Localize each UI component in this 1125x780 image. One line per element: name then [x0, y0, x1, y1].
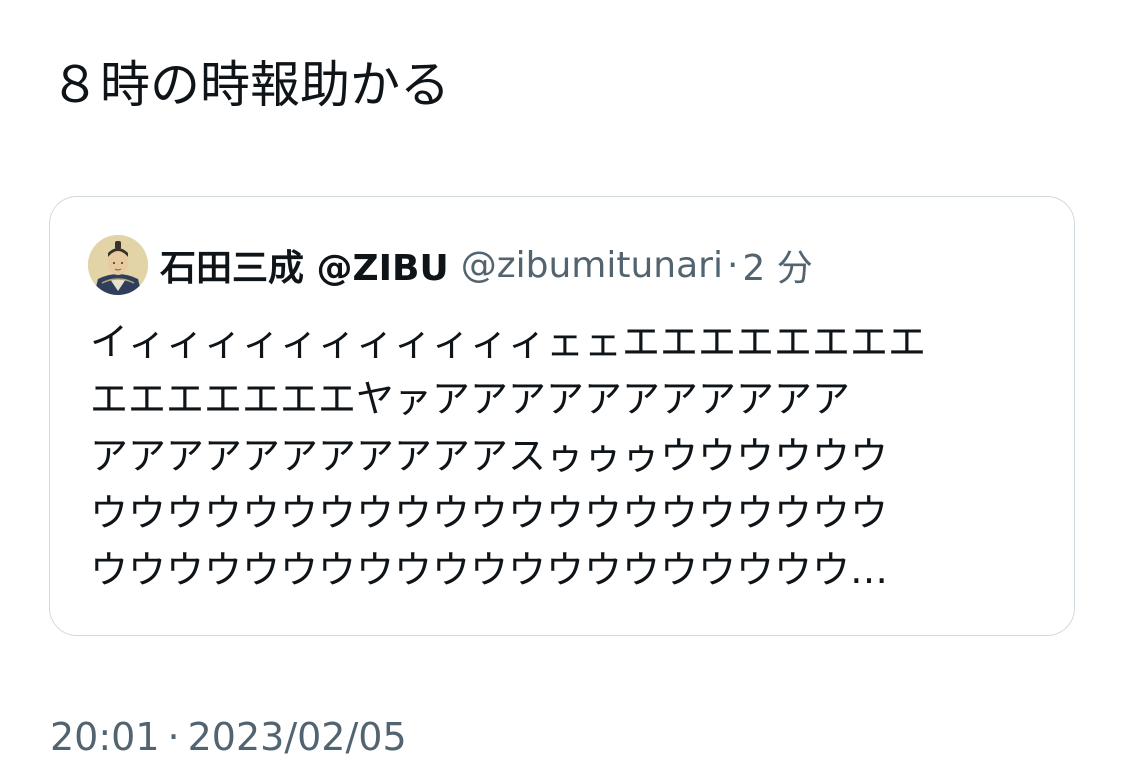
quoted-body-line: アアアアアアアアアアアスゥゥゥウウウウウウ	[90, 434, 889, 478]
quoted-separator: ·	[726, 244, 739, 286]
quoted-tweet-header: 石田三成 @ZIBU @zibumitunari · 2 分	[88, 235, 813, 295]
timestamp-separator: ·	[167, 715, 180, 759]
tweet-text: ８時の時報助かる	[50, 56, 450, 114]
quoted-body-line: ウウウウウウウウウウウウウウウウウウウウ…	[90, 548, 889, 592]
quoted-body-line: エエエエエエエヤァアアアアアアアアアアア	[90, 377, 851, 421]
quoted-body-line: イィィィィィィィィィィィェェエエエエエエエエ	[90, 320, 927, 364]
quoted-display-name[interactable]: 石田三成 @ZIBU	[160, 239, 449, 291]
quoted-tweet-body: イィィィィィィィィィィィェェエエエエエエエエ エエエエエエエヤァアアアアアアアア…	[90, 314, 1030, 599]
quoted-handle[interactable]: @zibumitunari	[461, 245, 723, 286]
timestamp-time: 20:01	[50, 715, 160, 759]
quoted-body-line: ウウウウウウウウウウウウウウウウウウウウウ	[90, 491, 889, 535]
samurai-portrait-avatar-icon[interactable]	[88, 235, 148, 295]
quoted-time-ago[interactable]: 2 分	[742, 239, 812, 291]
tweet-timestamp[interactable]: 20:01 · 2023/02/05	[50, 712, 407, 762]
timestamp-date: 2023/02/05	[187, 715, 407, 759]
quoted-tweet-card[interactable]: 石田三成 @ZIBU @zibumitunari · 2 分 イィィィィィィィィ…	[49, 196, 1075, 636]
